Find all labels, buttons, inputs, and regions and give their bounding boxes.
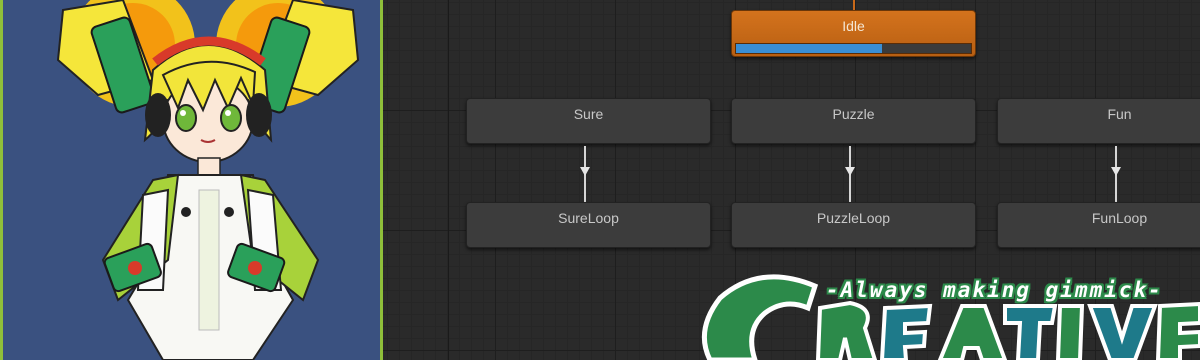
state-progress-fill [736,44,882,53]
state-node-puzzle-label: Puzzle [832,106,875,122]
idle-entry-connector [853,0,855,10]
transition-arrowhead-icon [580,167,590,176]
state-node-idle[interactable]: Idle [731,10,976,57]
state-node-fun[interactable]: Fun [997,98,1200,144]
character-preview-panel [0,0,383,360]
state-node-funloop-label: FunLoop [1091,210,1148,226]
state-node-funloop[interactable]: FunLoop [997,202,1200,248]
state-node-puzzleloop-label: PuzzleLoop [816,210,891,226]
state-node-sure[interactable]: Sure [466,98,711,144]
state-node-puzzle[interactable]: Puzzle [731,98,976,144]
transition-arrowhead-icon [1111,167,1121,176]
state-node-sureloop-label: SureLoop [558,210,619,226]
state-node-sureloop[interactable]: SureLoop [466,202,711,248]
grid-major-line [448,0,449,360]
transition-arrowhead-icon [845,167,855,176]
character-illustration [56,0,360,360]
logo-tagline: -Always making gimmick- [826,278,1163,302]
state-node-idle-label: Idle [842,18,865,34]
state-progress-bar [735,43,972,54]
state-node-sure-label: Sure [573,106,604,122]
app-window: Idle Sure Puzzle Fun SureLoop PuzzleLoop… [0,0,1200,360]
state-node-fun-label: Fun [1107,106,1132,122]
state-node-puzzleloop[interactable]: PuzzleLoop [731,202,976,248]
